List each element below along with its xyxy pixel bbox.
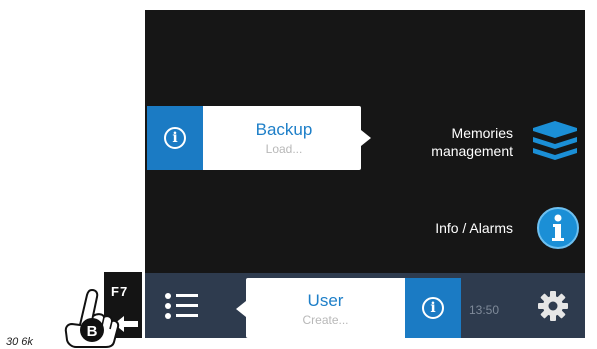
info-icon: i bbox=[422, 297, 444, 319]
user-popup[interactable]: User Create... i bbox=[246, 278, 461, 338]
gear-icon[interactable] bbox=[538, 291, 568, 321]
backup-popup[interactable]: i Backup Load... bbox=[147, 106, 361, 170]
user-info-button[interactable]: i bbox=[405, 278, 461, 338]
user-sublabel: Create... bbox=[302, 313, 349, 327]
page-fragment: 30 6k bbox=[6, 336, 33, 348]
info-alarms-label[interactable]: Info / Alarms bbox=[435, 219, 513, 237]
user-popup-pointer bbox=[236, 301, 246, 317]
list-icon[interactable] bbox=[165, 291, 203, 321]
info-icon[interactable] bbox=[536, 206, 580, 250]
backup-label: Backup bbox=[255, 120, 313, 139]
backup-popup-pointer bbox=[361, 130, 371, 146]
bottom-bar: User Create... i 13:50 bbox=[145, 273, 585, 338]
backup-info-button[interactable]: i bbox=[147, 106, 203, 170]
info-icon: i bbox=[164, 127, 186, 149]
user-label: User bbox=[307, 291, 344, 310]
layers-icon[interactable] bbox=[531, 120, 579, 160]
memories-management-label[interactable]: Memories management bbox=[431, 124, 513, 160]
clock: 13:50 bbox=[469, 303, 500, 317]
callout-letter: B bbox=[86, 323, 98, 340]
backup-sublabel: Load... bbox=[265, 142, 303, 156]
device-screen: i Backup Load... Memories management Inf… bbox=[145, 10, 585, 338]
